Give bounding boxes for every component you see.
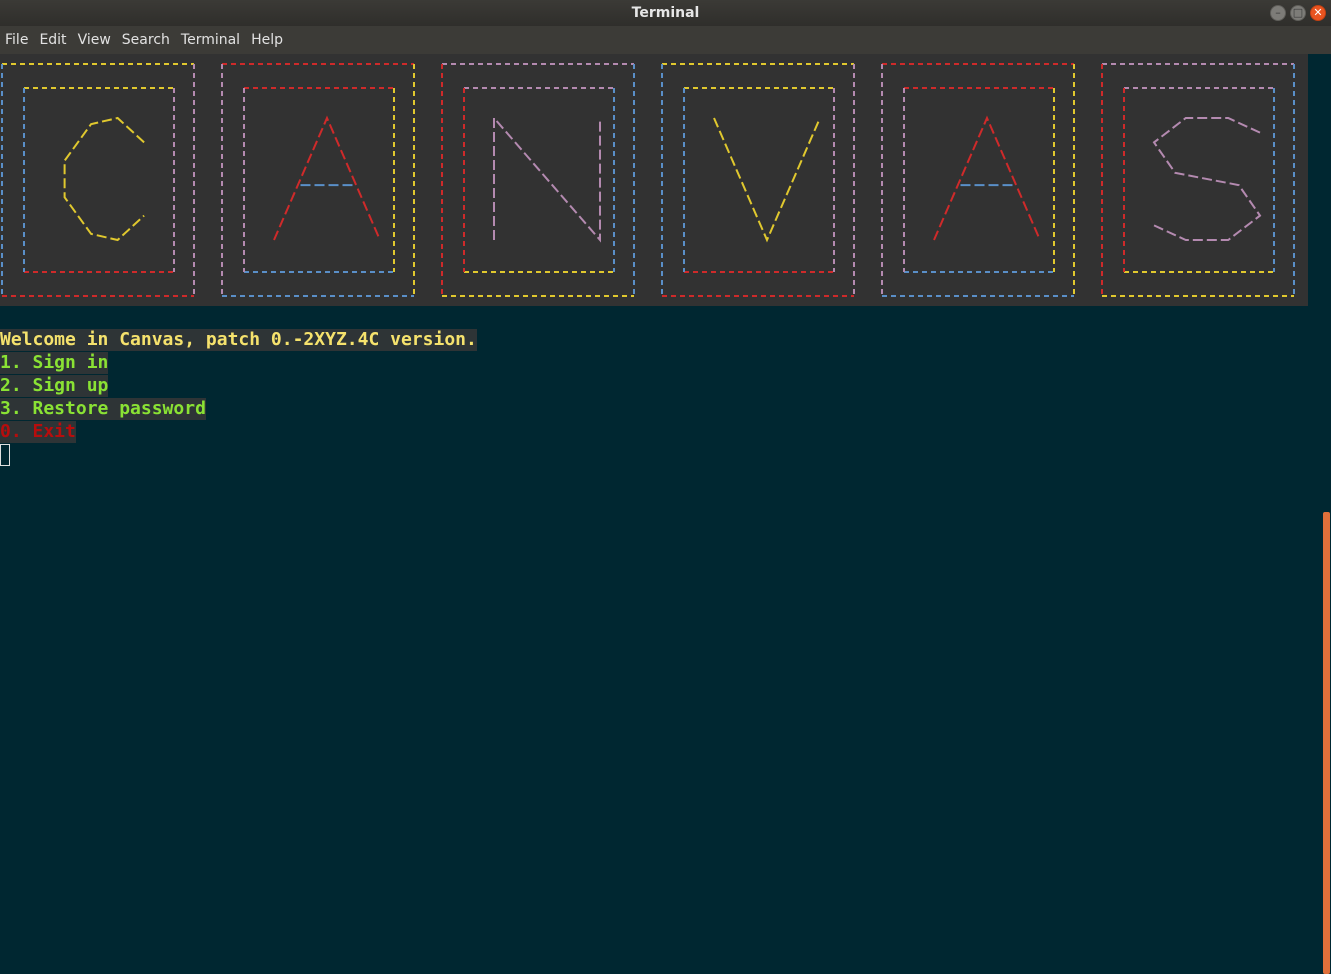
close-icon[interactable]: ✕: [1310, 5, 1326, 21]
maximize-icon[interactable]: □: [1290, 5, 1306, 21]
title-bar: Terminal – □ ✕: [0, 0, 1331, 26]
ascii-art-canvas-logo: [1, 63, 1295, 297]
welcome-line: Welcome in Canvas, patch 0.-2XYZ.4C vers…: [0, 329, 477, 351]
letter-n-stroke: [493, 115, 601, 243]
letter-v-stroke: [713, 117, 821, 243]
menu-bar: File Edit View Search Terminal Help: [0, 26, 1331, 54]
menu-file[interactable]: File: [0, 26, 34, 54]
menu-search[interactable]: Search: [117, 26, 176, 54]
menu-terminal[interactable]: Terminal: [176, 26, 246, 54]
menu-help[interactable]: Help: [246, 26, 289, 54]
terminal-area[interactable]: Welcome in Canvas, patch 0.-2XYZ.4C vers…: [0, 54, 1322, 974]
ascii-banner: [0, 54, 1308, 306]
scrollbar[interactable]: [1322, 54, 1331, 974]
window-controls: – □ ✕: [1270, 5, 1326, 21]
letter-a-stroke: [273, 115, 381, 241]
menu-option-restore-password: 3. Restore password: [0, 398, 206, 420]
window-title: Terminal: [631, 5, 700, 21]
letter-a-stroke: [933, 115, 1041, 241]
menu-edit[interactable]: Edit: [34, 26, 72, 54]
menu-option-sign-up: 2. Sign up: [0, 375, 109, 397]
menu-view[interactable]: View: [73, 26, 117, 54]
scrollbar-thumb[interactable]: [1323, 512, 1330, 974]
menu-option-exit: 0. Exit: [0, 421, 76, 443]
text-cursor: [0, 444, 10, 466]
minimize-icon[interactable]: –: [1270, 5, 1286, 21]
letter-c-stroke: [63, 116, 145, 242]
letter-s-stroke: [1152, 117, 1262, 241]
menu-option-sign-in: 1. Sign in: [0, 352, 109, 374]
